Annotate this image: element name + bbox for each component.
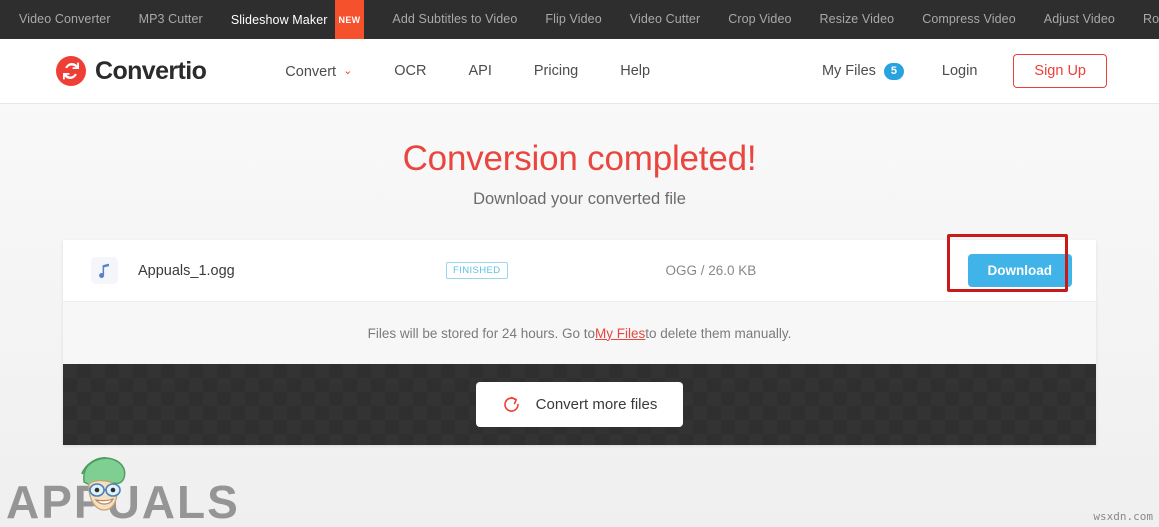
topnav-item-crop-video[interactable]: Crop Video	[714, 0, 805, 39]
topnav-item-label: Resize Video	[819, 12, 895, 26]
download-button[interactable]: Download	[967, 254, 1072, 287]
watermark-text: APPUALS	[6, 476, 240, 527]
topnav-item-add-subtitles-to-video[interactable]: Add Subtitles to Video	[378, 0, 531, 39]
nav-item-label: OCR	[394, 63, 427, 79]
nav-item-label: Convert	[285, 63, 337, 80]
file-row: Appuals_1.ogg FINISHED OGG / 26.0 KB Dow…	[63, 234, 1096, 302]
nav-item-label: API	[468, 63, 492, 79]
appuals-mascot-icon	[72, 452, 136, 519]
nav-item-label: Pricing	[533, 63, 579, 79]
topnav-item-flip-video[interactable]: Flip Video	[531, 0, 615, 39]
convert-more-files-label: Convert more files	[535, 396, 658, 413]
topnav-item-label: Video Converter	[19, 12, 111, 26]
topnav-item-video-cutter[interactable]: Video Cutter	[616, 0, 714, 39]
topnav-item-resize-video[interactable]: Resize Video	[806, 0, 909, 39]
nav-item-convert[interactable]: Convert ⌄	[264, 39, 373, 104]
storage-notice-text-after: to delete them manually.	[645, 325, 792, 341]
appuals-watermark: APPUALS	[6, 457, 240, 527]
topnav-item-slideshow-maker[interactable]: Slideshow Maker NEW	[217, 0, 379, 41]
convertio-refresh-logo-icon	[56, 56, 86, 86]
topnav-item-label: Compress Video	[922, 12, 1016, 26]
storage-notice: Files will be stored for 24 hours. Go to…	[63, 302, 1096, 364]
topnav-item-label: Crop Video	[728, 12, 792, 26]
my-files-button[interactable]: My Files 5	[806, 62, 920, 80]
header-actions: My Files 5 Login Sign Up	[806, 54, 1107, 88]
nav-item-ocr[interactable]: OCR	[373, 39, 447, 103]
nav-item-pricing[interactable]: Pricing	[513, 39, 599, 103]
page-title: Conversion completed!	[402, 139, 757, 178]
login-link[interactable]: Login	[920, 63, 999, 79]
topnav-item-video-converter[interactable]: Video Converter	[5, 0, 125, 39]
topnav-item-rotate-video[interactable]: Rotate Video	[1129, 0, 1159, 39]
file-format-size: OGG / 26.0 KB	[665, 263, 757, 278]
card-footer: Convert more files	[63, 364, 1096, 445]
topnav-item-mp3-cutter[interactable]: MP3 Cutter	[125, 0, 217, 39]
topnav-item-label: Rotate Video	[1142, 12, 1159, 26]
page-root: Video Converter MP3 Cutter Slideshow Maker…	[0, 0, 1159, 527]
my-files-count-badge: 5	[883, 62, 904, 80]
download-area: Download	[946, 234, 1072, 292]
music-note-icon	[91, 257, 118, 284]
topnav-item-label: Adjust Video	[1043, 12, 1115, 26]
new-badge: NEW	[334, 0, 365, 41]
nav-item-help[interactable]: Help	[599, 39, 671, 103]
my-files-link[interactable]: My Files	[595, 326, 645, 341]
file-name: Appuals_1.ogg	[138, 262, 235, 279]
source-corner-tag: wsxdn.com	[1093, 510, 1153, 523]
brand-name: Convertio	[95, 56, 207, 85]
status-badge: FINISHED	[445, 262, 508, 279]
topnav-item-label: MP3 Cutter	[138, 12, 203, 26]
convert-more-files-button[interactable]: Convert more files	[475, 382, 684, 427]
hero-section: Conversion completed! Download your conv…	[0, 104, 1159, 209]
topnav-item-compress-video[interactable]: Compress Video	[908, 0, 1030, 39]
main-nav: Convert ⌄ OCR API Pricing Help	[264, 39, 671, 104]
topnav-item-label: Add Subtitles to Video	[392, 12, 518, 26]
nav-item-label: Help	[620, 63, 651, 79]
topnav-item-label: Video Cutter	[629, 12, 701, 26]
topnav-item-adjust-video[interactable]: Adjust Video	[1030, 0, 1129, 39]
sign-up-button[interactable]: Sign Up	[1013, 54, 1107, 88]
storage-notice-text-before: Files will be stored for 24 hours. Go to	[367, 325, 595, 341]
my-files-label: My Files	[821, 63, 876, 79]
page-subtitle: Download your converted file	[473, 189, 686, 208]
chevron-down-icon: ⌄	[343, 64, 353, 77]
refresh-arrow-icon	[502, 395, 521, 414]
nav-item-api[interactable]: API	[448, 39, 513, 103]
conversion-result-card: Appuals_1.ogg FINISHED OGG / 26.0 KB Dow…	[63, 234, 1096, 445]
topnav-item-label: Flip Video	[545, 12, 602, 26]
site-header: Convertio Convert ⌄ OCR API Pricing Help My F…	[0, 39, 1159, 104]
brand-logo[interactable]: Convertio	[56, 56, 207, 86]
top-utility-nav: Video Converter MP3 Cutter Slideshow Maker…	[0, 0, 1159, 41]
topnav-item-label: Slideshow Maker	[230, 12, 328, 27]
